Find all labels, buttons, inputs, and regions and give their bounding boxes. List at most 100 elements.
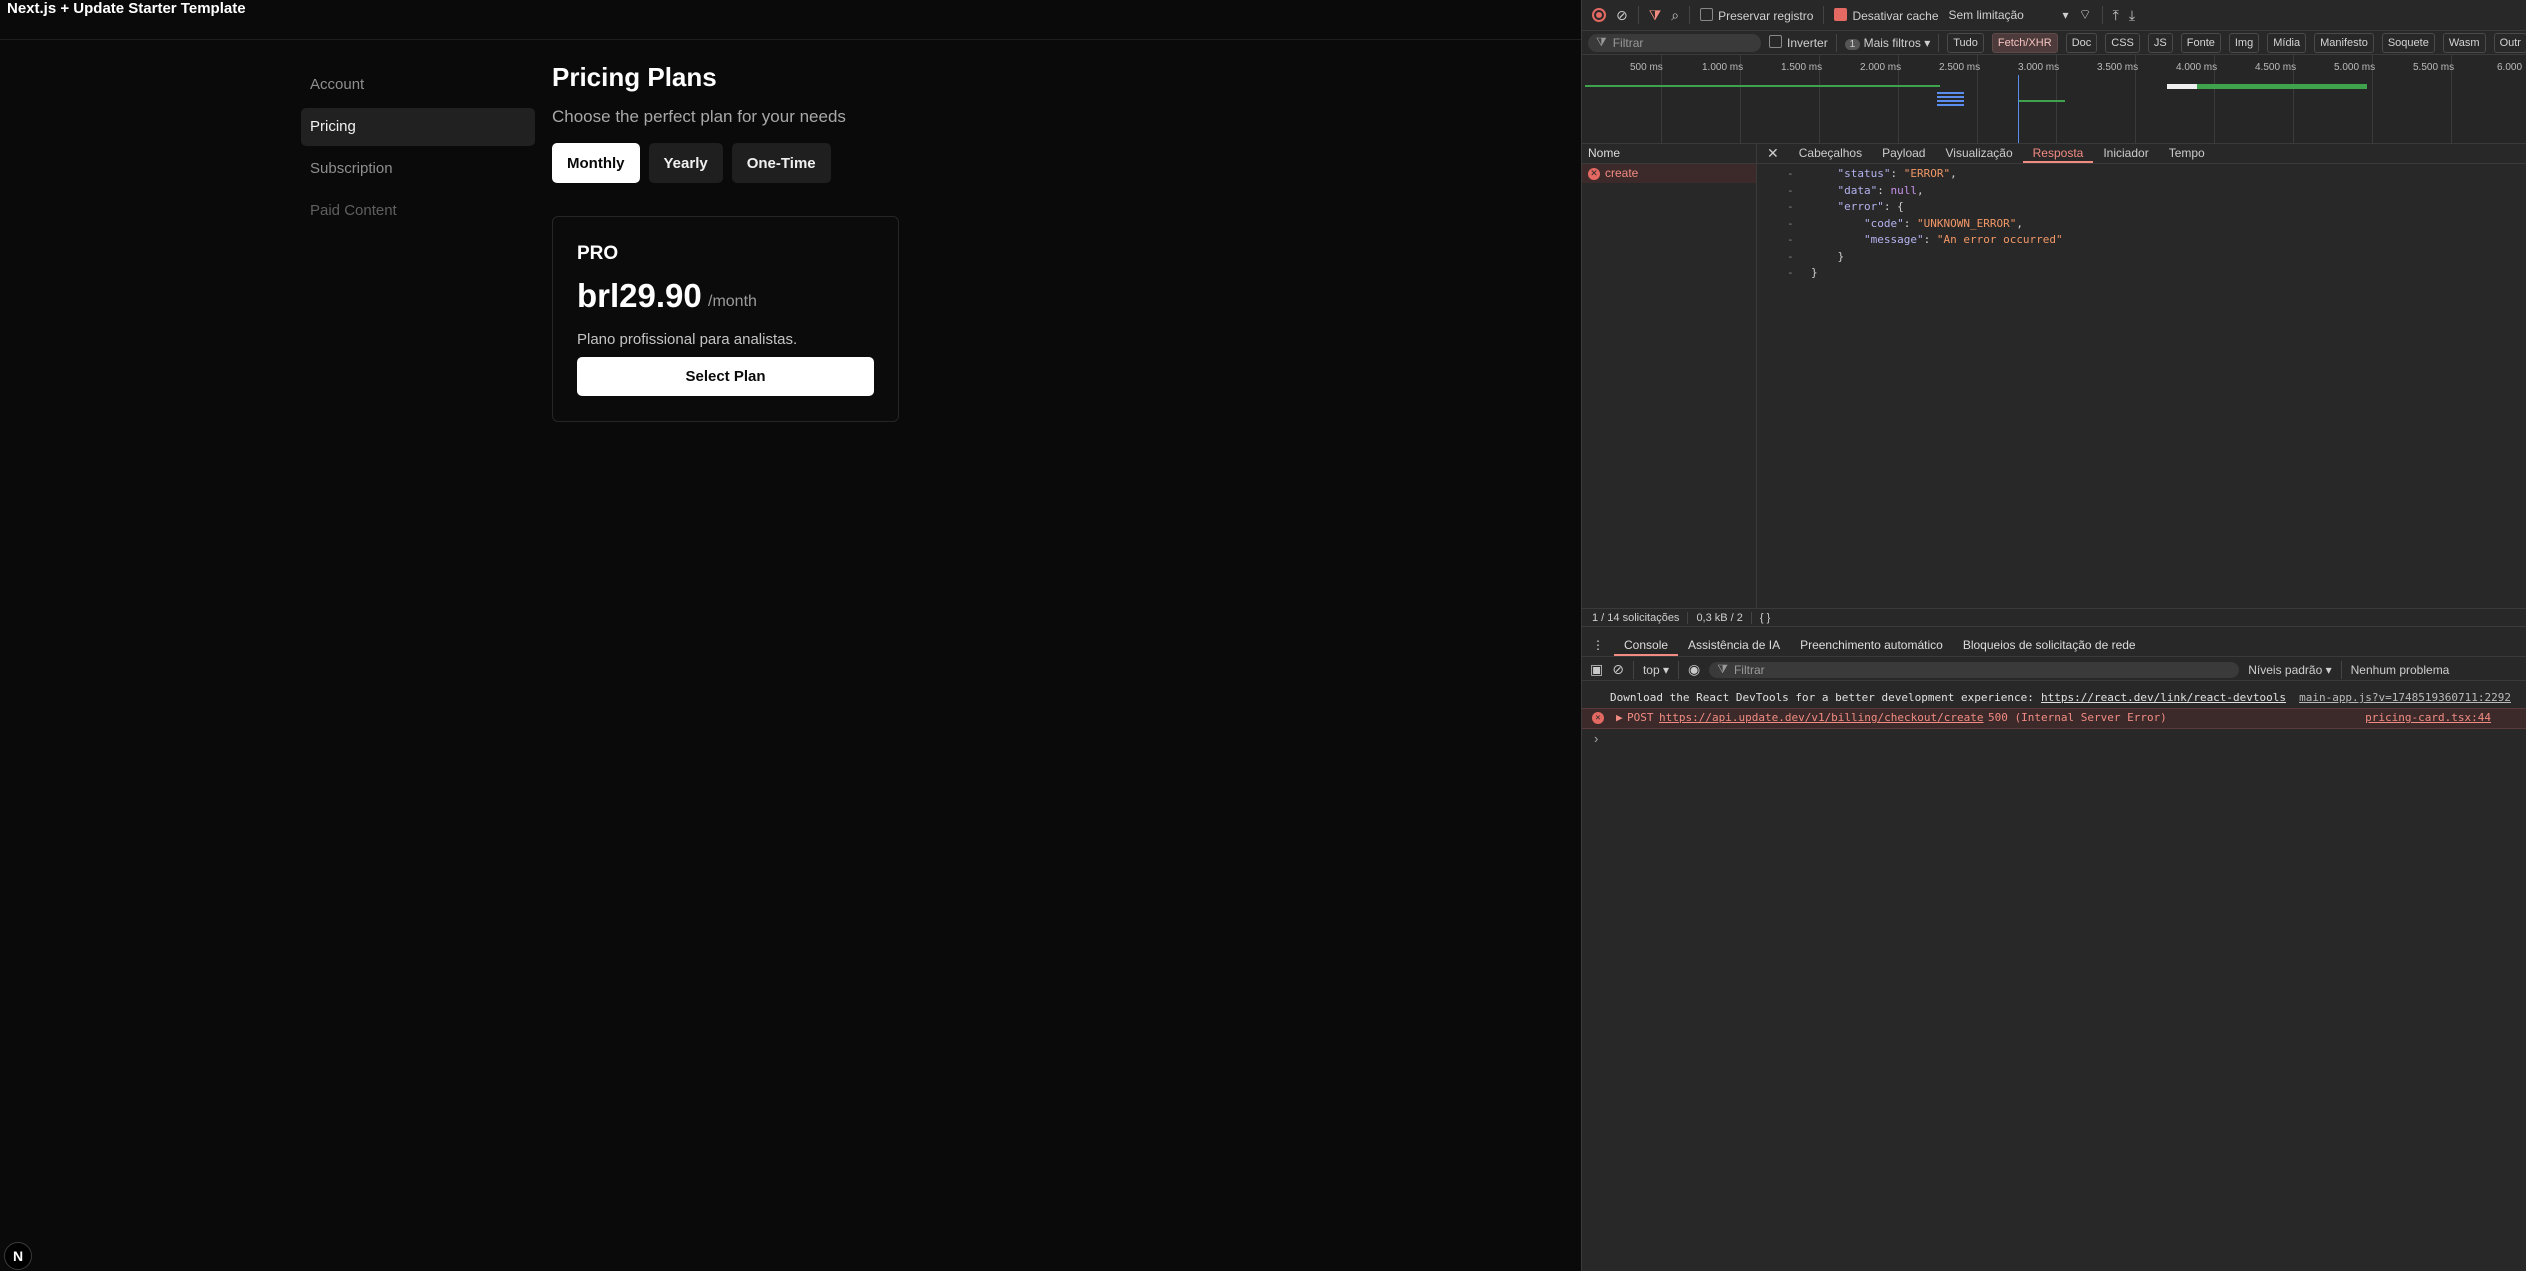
transfer-size: 0,3 kB / 2 bbox=[1696, 611, 1743, 624]
issues-button[interactable]: Nenhum problema bbox=[2351, 663, 2450, 677]
sidebar-toggle-icon[interactable]: ▣ bbox=[1590, 661, 1603, 678]
sidebar-item-paid-content[interactable]: Paid Content bbox=[301, 192, 535, 230]
tab-autofill[interactable]: Preenchimento automático bbox=[1790, 634, 1953, 656]
timeline-tick: 4.500 ms bbox=[2255, 62, 2297, 73]
response-status: 500 (Internal Server Error) bbox=[1988, 711, 2167, 724]
type-filter-media[interactable]: Mídia bbox=[2267, 32, 2307, 53]
tab-timing[interactable]: Tempo bbox=[2159, 143, 2215, 163]
request-method: POST bbox=[1627, 711, 1654, 724]
response-line: - "data": null, bbox=[1787, 183, 1924, 197]
timeline-tick: 500 ms bbox=[1630, 62, 1663, 73]
type-filter-other[interactable]: Outr bbox=[2493, 32, 2526, 53]
pretty-print-icon[interactable]: { } bbox=[1760, 612, 1770, 624]
timeline-tick: 1.000 ms bbox=[1702, 62, 1744, 73]
console-message: Download the React DevTools for a better… bbox=[1582, 689, 2526, 708]
import-har-icon[interactable]: ⤒ bbox=[2113, 7, 2119, 24]
type-filter-manifest[interactable]: Manifesto bbox=[2314, 32, 2374, 53]
sidebar-item-account[interactable]: Account bbox=[301, 66, 535, 104]
drawer-tabs: ⋮ Console Assistência de IA Preenchiment… bbox=[1582, 634, 2526, 657]
more-filters-count: 1 bbox=[1844, 38, 1861, 50]
pricing-main: Pricing Plans Choose the perfect plan fo… bbox=[552, 62, 1252, 422]
network-toolbar: ⊘ ⧩ ⌕ Preservar registro Desativar cache… bbox=[1582, 0, 2526, 31]
invert-checkbox[interactable]: Inverter bbox=[1769, 35, 1828, 50]
timeline-bar bbox=[2197, 84, 2367, 89]
disable-cache-label: Desativar cache bbox=[1852, 8, 1939, 23]
response-line: - "error": { bbox=[1787, 200, 1904, 213]
timeline-marker bbox=[2018, 75, 2019, 143]
record-icon[interactable] bbox=[1592, 8, 1606, 22]
console-source-link[interactable]: main-app.js?v=1748519360711:2292 bbox=[2299, 691, 2511, 704]
type-filter-font[interactable]: Fonte bbox=[2180, 32, 2221, 53]
type-filter-css[interactable]: CSS bbox=[2105, 32, 2140, 53]
log-levels-select[interactable]: Níveis padrão ▾ bbox=[2248, 663, 2331, 677]
request-name: create bbox=[1605, 166, 1639, 180]
network-requests-panel: Nome ✕ create ✕ Cabeçalhos Payload Visua… bbox=[1582, 143, 2526, 608]
tab-console[interactable]: Console bbox=[1614, 634, 1679, 656]
chevron-down-icon: ▾ bbox=[2062, 8, 2069, 22]
react-devtools-link[interactable]: https://react.dev/link/react-devtools bbox=[2041, 691, 2286, 704]
filter-placeholder: Filtrar bbox=[1612, 35, 1644, 50]
network-timeline-overview[interactable]: 500 ms 1.000 ms 1.500 ms 2.000 ms 2.500 … bbox=[1582, 55, 2526, 144]
more-filters-label: Mais filtros bbox=[1863, 35, 1921, 50]
request-row[interactable]: ✕ create bbox=[1582, 164, 1756, 183]
preserve-log-checkbox[interactable]: Preservar registro bbox=[1700, 7, 1813, 23]
expand-arrow-icon[interactable]: ▶ bbox=[1616, 711, 1623, 724]
tab-one-time[interactable]: One-Time bbox=[731, 143, 831, 183]
tab-initiator[interactable]: Iniciador bbox=[2093, 143, 2158, 163]
tab-monthly[interactable]: Monthly bbox=[552, 143, 640, 183]
filter-icon: ⧩ bbox=[1717, 662, 1728, 676]
name-column-header[interactable]: Nome bbox=[1582, 143, 1756, 164]
eye-icon[interactable]: ◉ bbox=[1688, 661, 1700, 678]
network-filter-input[interactable]: ⧩ Filtrar bbox=[1588, 33, 1762, 52]
context-select[interactable]: top ▾ bbox=[1643, 663, 1669, 677]
tab-preview[interactable]: Visualização bbox=[1935, 143, 2022, 163]
console-filter-input[interactable]: ⧩ Filtrar bbox=[1709, 661, 2240, 678]
response-line: - "message": "An error occurred" bbox=[1787, 233, 2063, 246]
request-url-link[interactable]: https://api.update.dev/v1/billing/checko… bbox=[1659, 711, 1984, 724]
type-filter-img[interactable]: Img bbox=[2228, 32, 2260, 53]
network-conditions-icon[interactable]: ⌔ bbox=[2079, 6, 2092, 24]
tab-ai-assistance[interactable]: Assistência de IA bbox=[1678, 634, 1790, 656]
console-message-text: Download the React DevTools for a better… bbox=[1610, 691, 2034, 704]
type-filter-all[interactable]: Tudo bbox=[1947, 32, 1984, 53]
response-line: - "code": "UNKNOWN_ERROR", bbox=[1787, 216, 2023, 230]
type-filter-js[interactable]: JS bbox=[2147, 32, 2173, 53]
settings-sidebar: Account Pricing Subscription Paid Conten… bbox=[301, 66, 535, 234]
nextjs-dev-indicator-icon[interactable]: N bbox=[4, 1242, 32, 1270]
timeline-bar bbox=[1937, 92, 1964, 106]
sidebar-item-subscription[interactable]: Subscription bbox=[301, 150, 535, 188]
throttling-select[interactable]: Sem limitação ▾ bbox=[1949, 8, 2069, 22]
tab-request-blocking[interactable]: Bloqueios de solicitação de rede bbox=[1953, 634, 2146, 656]
request-detail-tabs: ✕ Cabeçalhos Payload Visualização Respos… bbox=[1757, 143, 2526, 164]
timeline-tick: 6.000 bbox=[2497, 62, 2523, 73]
tab-response[interactable]: Resposta bbox=[2022, 143, 2094, 163]
type-filter-fetch-xhr[interactable]: Fetch/XHR bbox=[1991, 32, 2058, 53]
tab-payload[interactable]: Payload bbox=[1872, 143, 1935, 163]
app-viewport: Next.js + Update Starter Template Accoun… bbox=[0, 0, 1581, 1271]
disable-cache-checkbox[interactable]: Desativar cache bbox=[1834, 7, 1939, 23]
type-filter-doc[interactable]: Doc bbox=[2065, 32, 2098, 53]
select-plan-button[interactable]: Select Plan bbox=[577, 357, 874, 396]
type-filter-socket[interactable]: Soquete bbox=[2381, 32, 2435, 53]
tab-yearly[interactable]: Yearly bbox=[648, 143, 723, 183]
sidebar-item-pricing[interactable]: Pricing bbox=[301, 108, 535, 146]
console-source-link[interactable]: pricing-card.tsx:44 bbox=[2365, 711, 2491, 724]
console-prompt[interactable]: › bbox=[1594, 731, 1598, 746]
timeline-tick: 4.000 ms bbox=[2176, 62, 2218, 73]
filter-icon[interactable]: ⧩ bbox=[1649, 7, 1662, 24]
clear-console-icon[interactable]: ⊘ bbox=[1612, 661, 1624, 678]
search-icon[interactable]: ⌕ bbox=[1671, 7, 1679, 24]
more-filters-dropdown[interactable]: 1 Mais filtros ▾ bbox=[1844, 35, 1930, 50]
tab-headers[interactable]: Cabeçalhos bbox=[1789, 143, 1872, 163]
request-count: 1 / 14 solicitações bbox=[1592, 611, 1680, 624]
close-icon[interactable]: ✕ bbox=[1757, 143, 1789, 163]
timeline-tick: 5.000 ms bbox=[2334, 62, 2376, 73]
console-error-message: ✕ ▶ POST https://api.update.dev/v1/billi… bbox=[1582, 708, 2526, 729]
request-list: Nome ✕ create bbox=[1582, 143, 1757, 608]
clear-icon[interactable]: ⊘ bbox=[1616, 7, 1628, 24]
plan-price: brl29.90 bbox=[577, 277, 702, 314]
export-har-icon[interactable]: ⤓ bbox=[2129, 7, 2135, 24]
plan-period: /month bbox=[708, 293, 757, 310]
drawer-menu-icon[interactable]: ⋮ bbox=[1582, 634, 1614, 656]
type-filter-wasm[interactable]: Wasm bbox=[2442, 32, 2486, 53]
